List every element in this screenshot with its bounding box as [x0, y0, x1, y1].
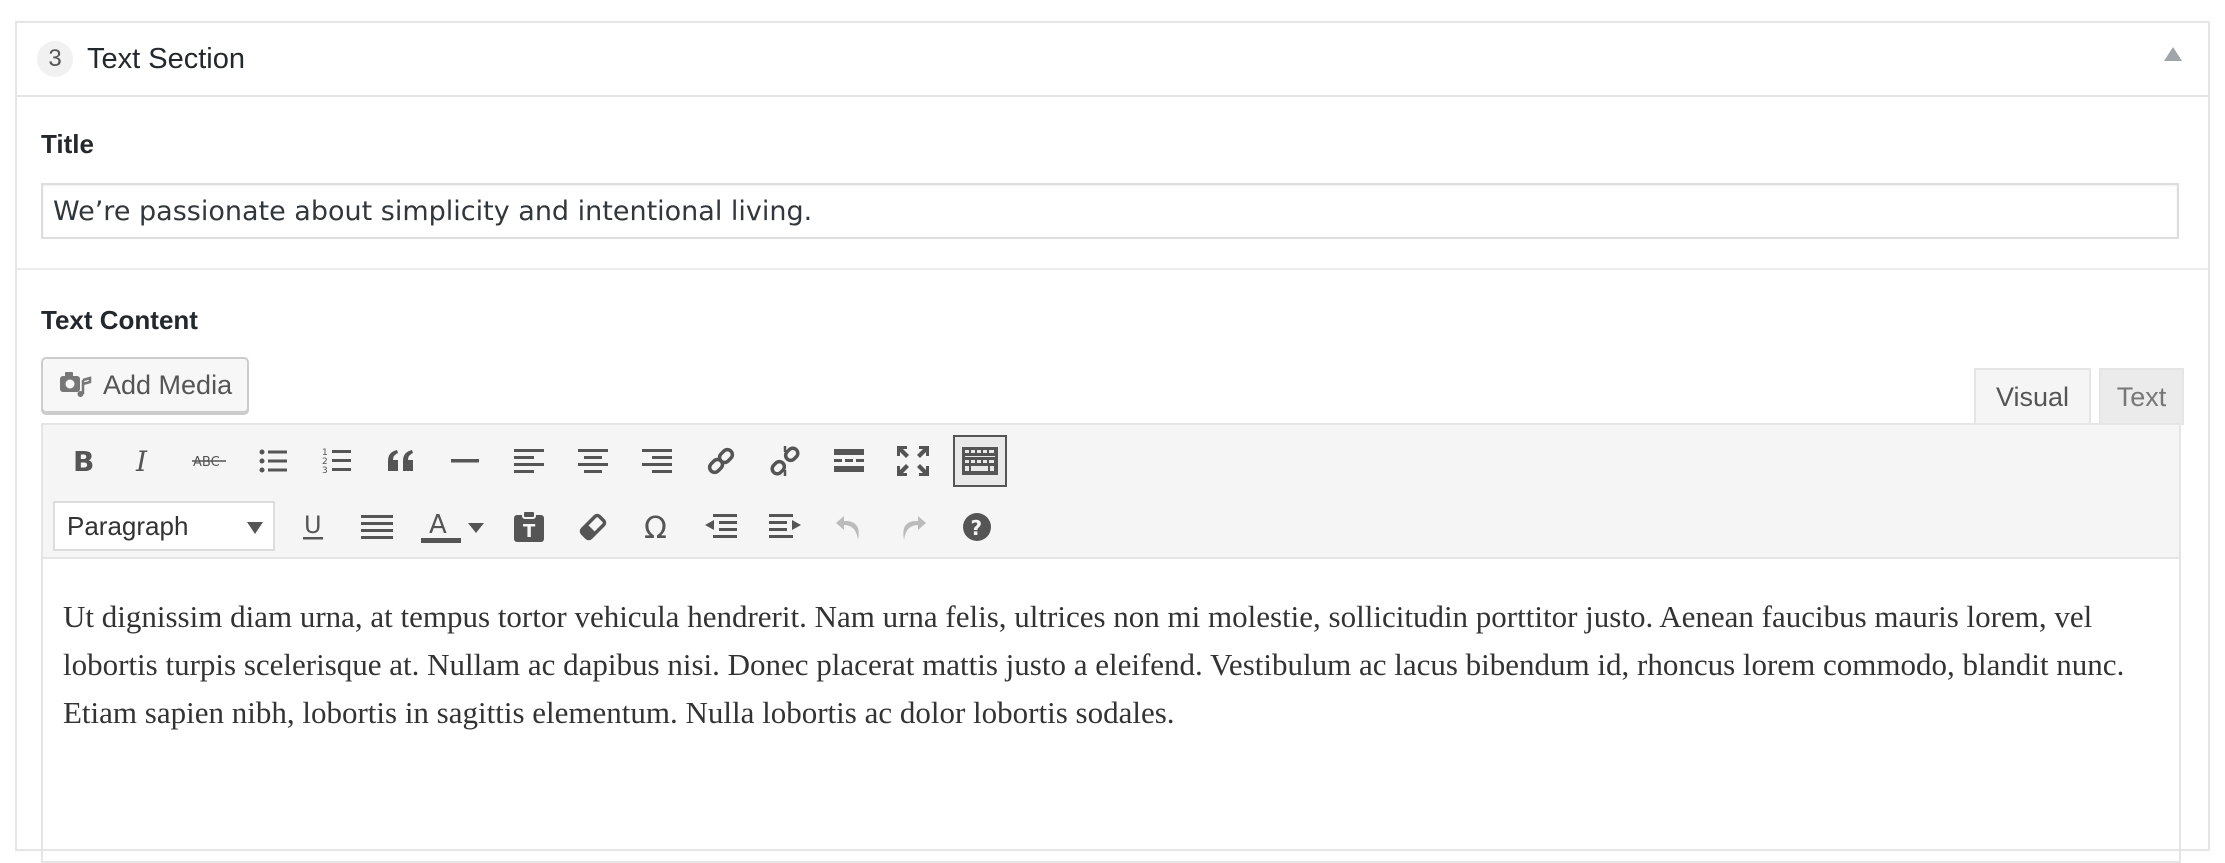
read-more-icon[interactable] — [825, 437, 873, 485]
add-media-button[interactable]: Add Media — [41, 357, 249, 413]
text-color-dropdown-icon[interactable] — [461, 503, 491, 551]
title-input[interactable] — [41, 183, 2179, 239]
text-section-panel: 3 Text Section Title Text Content Add Me… — [15, 21, 2210, 863]
justify-icon[interactable] — [353, 503, 401, 551]
align-center-icon[interactable] — [569, 437, 617, 485]
undo-icon[interactable] — [825, 503, 873, 551]
svg-text:3: 3 — [322, 466, 328, 476]
editor-paragraph: Ut dignissim diam urna, at tempus tortor… — [63, 599, 2125, 730]
add-media-label: Add Media — [103, 369, 233, 400]
svg-text:A: A — [429, 510, 447, 540]
tab-text[interactable]: Text — [2099, 368, 2184, 425]
svg-text:Ω: Ω — [644, 512, 667, 542]
section-number-badge: 3 — [37, 41, 73, 77]
toolbar-toggle-icon[interactable] — [953, 435, 1007, 487]
svg-text:T: T — [523, 521, 536, 542]
editor-toolbar: B I ABC 123 Paragraph U A T Ω ? — [43, 425, 2179, 559]
help-icon[interactable]: ? — [953, 503, 1001, 551]
section-title: Text Section — [87, 42, 245, 75]
svg-text:U: U — [304, 512, 322, 539]
title-label: Title — [41, 129, 94, 159]
fullscreen-icon[interactable] — [889, 437, 937, 485]
strikethrough-icon[interactable]: ABC — [185, 437, 233, 485]
align-left-icon[interactable] — [505, 437, 553, 485]
unlink-icon[interactable] — [761, 437, 809, 485]
svg-text:B: B — [73, 447, 94, 475]
svg-text:I: I — [135, 447, 148, 475]
tab-visual[interactable]: Visual — [1974, 368, 2091, 425]
section-header[interactable]: 3 Text Section — [17, 23, 2208, 97]
special-character-icon[interactable]: Ω — [633, 503, 681, 551]
numbered-list-icon[interactable]: 123 — [313, 437, 361, 485]
link-icon[interactable] — [697, 437, 745, 485]
horizontal-line-icon[interactable] — [441, 437, 489, 485]
clear-formatting-icon[interactable] — [569, 503, 617, 551]
redo-icon[interactable] — [889, 503, 937, 551]
add-media-icon — [60, 372, 92, 397]
format-select[interactable]: Paragraph — [53, 501, 275, 551]
outdent-icon[interactable] — [697, 503, 745, 551]
text-color-icon[interactable]: A — [417, 503, 465, 551]
divider — [17, 268, 2208, 270]
text-content-label: Text Content — [41, 305, 198, 335]
svg-text:?: ? — [971, 516, 983, 540]
format-select-value: Paragraph — [67, 510, 189, 541]
bulleted-list-icon[interactable] — [249, 437, 297, 485]
underline-icon[interactable]: U — [289, 503, 337, 551]
rich-text-editor: B I ABC 123 Paragraph U A T Ω ? Ut digni… — [41, 423, 2181, 863]
collapse-arrow-icon[interactable] — [2164, 47, 2182, 61]
bold-icon[interactable]: B — [59, 437, 107, 485]
paste-as-text-icon[interactable]: T — [505, 503, 553, 551]
align-right-icon[interactable] — [633, 437, 681, 485]
svg-text:ABC: ABC — [193, 455, 220, 470]
italic-icon[interactable]: I — [121, 437, 169, 485]
chevron-down-icon — [247, 522, 263, 534]
blockquote-icon[interactable] — [377, 437, 425, 485]
indent-icon[interactable] — [761, 503, 809, 551]
editor-content-area[interactable]: Ut dignissim diam urna, at tempus tortor… — [43, 559, 2179, 737]
